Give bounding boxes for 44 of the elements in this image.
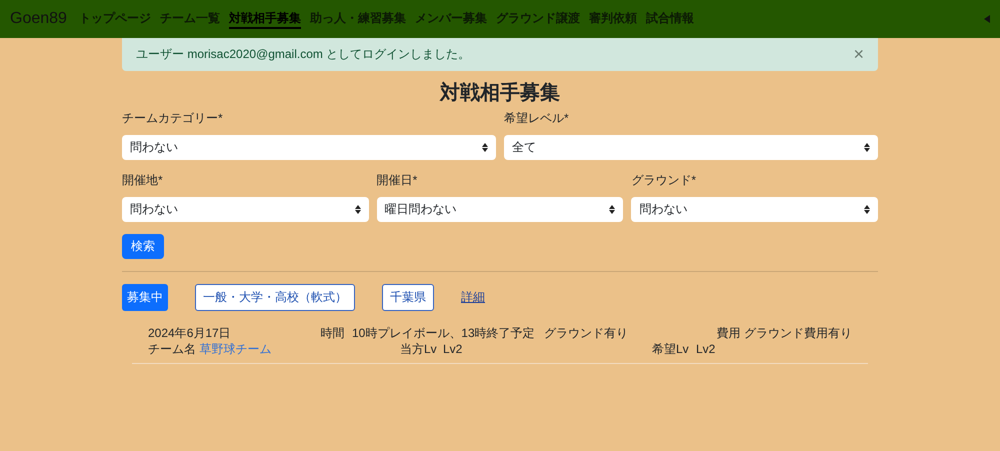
field-label: グラウンド* bbox=[631, 172, 698, 189]
close-button[interactable]: × bbox=[853, 44, 864, 65]
date-text: 2024年6月17日 bbox=[148, 325, 232, 341]
select-field[interactable]: 全て bbox=[504, 135, 878, 160]
level-value: Lv2 bbox=[443, 341, 464, 357]
field-label: チームカテゴリー* bbox=[122, 110, 224, 127]
time-label: 時間 bbox=[320, 325, 346, 341]
level-label: 希望Lv bbox=[652, 341, 690, 357]
nav-link[interactable]: 試合情報 bbox=[646, 10, 694, 28]
brand-logo[interactable]: Goen89 bbox=[10, 10, 67, 28]
sort-arrows-icon bbox=[864, 205, 870, 214]
nav-link[interactable]: 審判依頼 bbox=[588, 10, 637, 28]
nav-link[interactable]: トップページ bbox=[78, 10, 151, 28]
nav-link[interactable]: グラウンド譲渡 bbox=[496, 10, 580, 28]
time-text: 10時プレイボール、13時終了予定 bbox=[352, 325, 536, 341]
field-label: 開催日* bbox=[376, 172, 418, 189]
sort-arrows-icon bbox=[864, 143, 870, 152]
page-title: 対戦相手募集 bbox=[438, 80, 561, 106]
sort-arrows-icon bbox=[609, 205, 616, 214]
nav-link[interactable]: チーム一覧 bbox=[160, 10, 220, 28]
category-tag: 一般・大学・高校（軟式） bbox=[195, 284, 355, 311]
detail-link[interactable]: 詳細 bbox=[461, 289, 485, 306]
nav-link[interactable]: 助っ人・練習募集 bbox=[310, 10, 406, 28]
status-badge: 募集中 bbox=[122, 284, 168, 311]
search-button[interactable]: 検索 bbox=[122, 234, 164, 259]
level-value: Lv2 bbox=[696, 341, 716, 357]
sort-arrows-icon bbox=[482, 143, 488, 152]
level-label: 当方Lv bbox=[400, 341, 438, 357]
team-label: チーム名 bbox=[148, 341, 197, 357]
prefecture-tag: 千葉県 bbox=[382, 284, 434, 311]
alert-message: ユーザー morisac2020@gmail.com としてログインしました。 bbox=[136, 46, 470, 63]
select-field[interactable]: 問わない bbox=[631, 197, 878, 222]
select-field[interactable]: 問わない bbox=[122, 197, 369, 222]
caret-icon[interactable] bbox=[984, 15, 990, 23]
select-field[interactable]: 曜日問わない bbox=[376, 197, 624, 222]
nav-link[interactable]: メンバー募集 bbox=[414, 10, 487, 28]
select-field[interactable]: 問わない bbox=[122, 135, 496, 160]
field-label: 希望レベル* bbox=[504, 110, 570, 127]
team-link[interactable]: 草野球チーム bbox=[199, 341, 272, 357]
fee-text: 費用 グラウンド費用有り bbox=[716, 325, 852, 341]
ground-text: グラウンド有り bbox=[544, 325, 630, 341]
field-label: 開催地* bbox=[122, 172, 164, 189]
sort-arrows-icon bbox=[354, 205, 361, 214]
nav-link[interactable]: 対戦相手募集 bbox=[228, 10, 301, 28]
